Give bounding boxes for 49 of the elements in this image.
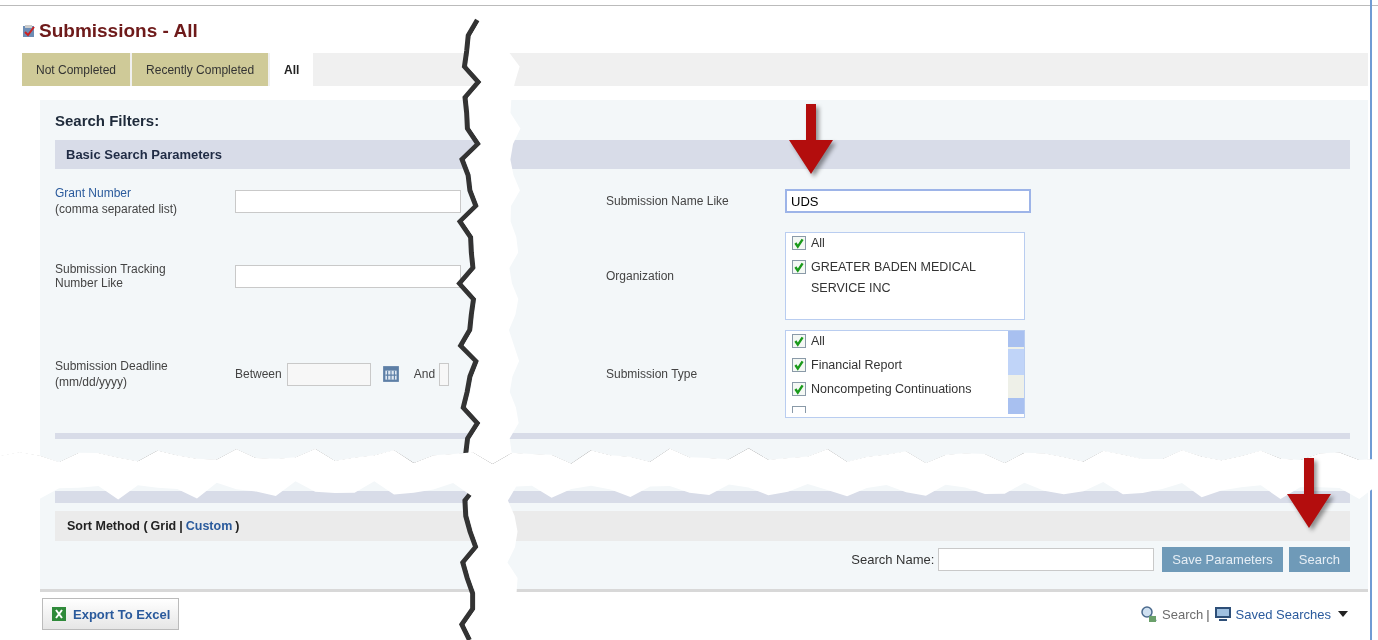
calendar-icon[interactable]: [381, 365, 400, 383]
field-label: And: [413, 367, 436, 381]
clipboard-icon: [22, 24, 36, 38]
sort-option[interactable]: Custom: [185, 519, 233, 533]
sort-label: Sort Method (: [67, 519, 148, 533]
field-hint: (comma separated list): [55, 202, 179, 216]
tab[interactable]: All: [270, 53, 314, 86]
sort-option[interactable]: Grid: [150, 519, 177, 533]
date-field[interactable]: [286, 362, 371, 386]
option-label: GREATER BADEN MEDICAL SERVICE INC: [811, 259, 977, 297]
search-icon[interactable]: [1139, 605, 1159, 623]
saved-searches-link[interactable]: Saved Searches: [1235, 606, 1331, 622]
field-hint: (mm/dd/yyyy): [55, 375, 128, 389]
spreadsheet-icon: [51, 606, 67, 622]
field-label: Between: [235, 367, 282, 381]
field-label: Submission Name Like: [606, 194, 730, 208]
input-field[interactable]: [235, 264, 461, 288]
date-field[interactable]: [439, 362, 450, 386]
page-title: Submissions - All: [39, 20, 198, 42]
sort-label: ): [235, 519, 240, 533]
dropdown-caret-icon[interactable]: [1338, 611, 1348, 617]
field-label: Search Name:: [851, 552, 935, 567]
input-field[interactable]: [235, 189, 461, 213]
search-link[interactable]: Search: [1162, 606, 1204, 622]
tab[interactable]: Recently Completed: [132, 53, 269, 86]
separator: |: [1206, 606, 1210, 622]
tab[interactable]: Not Completed: [22, 53, 131, 86]
option-label: All: [811, 235, 826, 252]
section-header: Basic Search Parameters: [55, 140, 1350, 169]
field-label: Submission Type: [606, 367, 699, 381]
scrollbar[interactable]: [1008, 331, 1024, 414]
export-button[interactable]: Export To Excel: [42, 598, 180, 630]
checkbox[interactable]: [792, 382, 806, 396]
field-label: Submission Tracking Number Like: [55, 262, 167, 290]
field-label: Submission Deadline: [55, 359, 169, 373]
input-field[interactable]: UDS: [785, 189, 1031, 213]
separator: |: [179, 519, 183, 533]
monitor-icon[interactable]: [1212, 605, 1233, 623]
grant-number-link[interactable]: Grant Number: [55, 186, 235, 200]
field-label: Organization: [606, 269, 676, 283]
option-label: Financial Report: [811, 357, 903, 374]
section-heading: Search Filters:: [55, 112, 161, 131]
checkbox[interactable]: [792, 236, 806, 250]
search-name-field[interactable]: [938, 548, 1155, 571]
option-label: Noncompeting Continuations: [811, 381, 973, 398]
option-label: All: [811, 333, 826, 350]
checkbox[interactable]: [792, 334, 806, 348]
checkbox[interactable]: [792, 260, 806, 274]
checkbox[interactable]: [792, 358, 806, 372]
